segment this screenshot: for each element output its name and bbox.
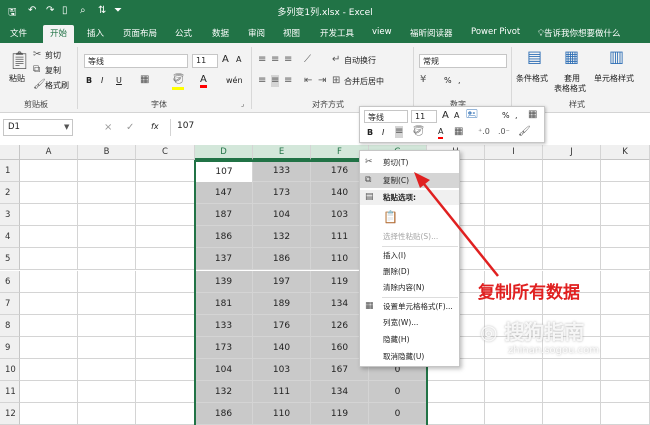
watermark-circle-icon: ◎	[480, 320, 498, 344]
annotation-arrow-head	[414, 172, 430, 188]
excel-window: 🖫 ↶ ↷ ▯ ⌕ ⇅ ⏷ 多列变1列.xlsx - Excel 文件 开始 插…	[0, 0, 650, 425]
annotation-text: 复制所有数据	[478, 283, 580, 303]
annotation-arrow-line	[423, 183, 499, 277]
watermark-text: 搜狗指南	[504, 320, 585, 344]
watermark-url: zhinan.sogou.com	[508, 345, 600, 356]
watermark-logo: ◎ 搜狗指南	[480, 316, 584, 345]
annotation-arrow	[414, 172, 499, 277]
